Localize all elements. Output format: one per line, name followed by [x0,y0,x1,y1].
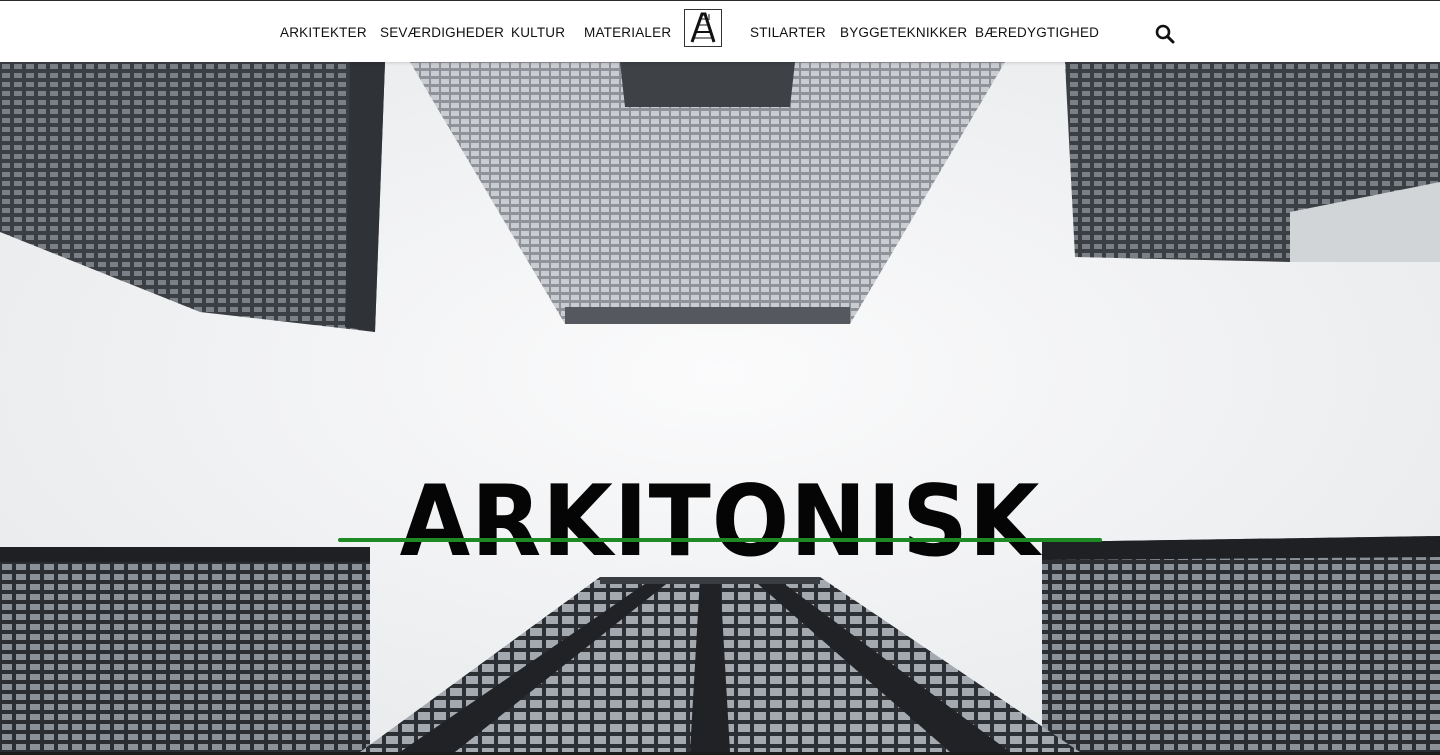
letter-a-logo-icon [690,12,716,43]
logo-icon[interactable] [684,9,722,47]
hero-background-image [0,62,1440,752]
site-header: ARKITEKTER SEVÆRDIGHEDER KULTUR MATERIAL… [0,0,1440,62]
nav-item-kultur[interactable]: KULTUR [511,24,565,42]
hero-underline [338,538,1102,542]
search-icon [1155,24,1175,44]
nav-item-baeredygtighed[interactable]: BÆREDYGTIGHED [975,24,1099,42]
nav-item-byggeteknikker[interactable]: BYGGETEKNIKKER [840,24,967,42]
nav-item-materialer[interactable]: MATERIALER [584,24,671,42]
hero-section: ARKITONISK [0,62,1440,752]
nav-item-sevaerdigheder[interactable]: SEVÆRDIGHEDER [380,24,504,42]
page: ARKITEKTER SEVÆRDIGHEDER KULTUR MATERIAL… [0,0,1440,755]
search-button[interactable] [1154,23,1176,45]
hero-title: ARKITONISK [399,465,1041,579]
nav-item-arkitekter[interactable]: ARKITEKTER [280,24,367,42]
nav-item-stilarter[interactable]: STILARTER [750,24,826,42]
